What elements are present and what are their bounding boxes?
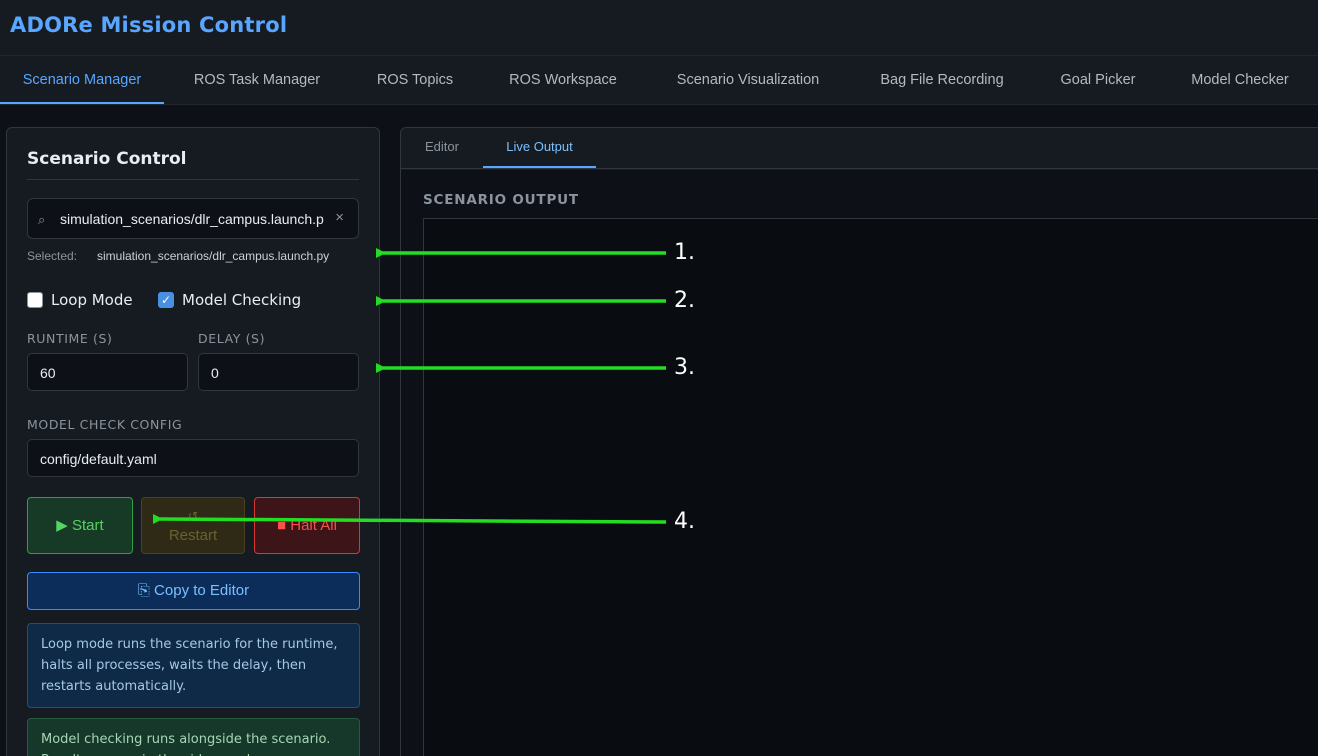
loop-mode-info: Loop mode runs the scenario for the runt… [27,623,360,708]
main-nav: Scenario Manager ROS Task Manager ROS To… [0,56,1318,105]
model-checking-label[interactable]: Model Checking [182,291,301,309]
app-header: ADORe Mission Control [0,0,1318,56]
scenario-search-input[interactable]: ⌕ simulation_scenarios/dlr_campus.launch… [27,198,359,239]
annotation-label-4: 4. [674,509,695,534]
tab-ros-workspace[interactable]: ROS Workspace [480,56,646,104]
scenario-control-panel: Scenario Control ⌕ simulation_scenarios/… [6,127,380,756]
tab-model-checker[interactable]: Model Checker [1162,56,1318,104]
close-icon[interactable]: × [335,209,344,226]
app-title: ADORe Mission Control [10,13,288,37]
model-check-config-input[interactable]: config/default.yaml [27,439,359,477]
tab-editor[interactable]: Editor [409,128,475,168]
halt-all-button[interactable]: ■ Halt All [254,497,360,554]
model-checking-info: Model checking runs alongside the scenar… [27,718,360,756]
loop-mode-toggle[interactable]: Loop Mode [27,290,147,310]
restart-label: Restart [168,527,218,544]
divider [401,168,1318,169]
tab-scenario-visualization[interactable]: Scenario Visualization [646,56,850,104]
tab-goal-picker[interactable]: Goal Picker [1034,56,1162,104]
scenario-output-console[interactable] [423,219,1318,756]
tab-scenario-manager[interactable]: Scenario Manager [0,56,164,104]
tab-bag-file-recording[interactable]: Bag File Recording [850,56,1034,104]
delay-input[interactable]: 0 [198,353,359,391]
tab-ros-topics[interactable]: ROS Topics [350,56,480,104]
loop-mode-label[interactable]: Loop Mode [51,291,133,309]
model-checking-toggle[interactable]: ✓ Model Checking [158,290,328,310]
annotation-label-1: 1. [674,240,695,265]
restart-button[interactable]: ↺ Restart [141,497,245,554]
runtime-label: RUNTIME (S) [27,331,113,346]
selected-value: simulation_scenarios/dlr_campus.launch.p… [97,249,330,263]
annotation-label-2: 2. [674,288,695,313]
restart-icon: ↺ [187,509,199,523]
output-panel: Editor Live Output SCENARIO OUTPUT [400,127,1318,756]
loop-mode-checkbox[interactable] [27,292,43,308]
output-title: SCENARIO OUTPUT [423,192,579,208]
search-icon: ⌕ [38,212,46,227]
panel-title: Scenario Control [27,149,187,169]
model-checking-checkbox[interactable]: ✓ [158,292,174,308]
divider [27,179,359,180]
output-area: SCENARIO OUTPUT [401,170,1318,756]
start-button[interactable]: ▶ Start [27,497,133,554]
tab-live-output[interactable]: Live Output [483,128,596,168]
runtime-input[interactable]: 60 [27,353,188,391]
delay-label: DELAY (S) [198,331,266,346]
model-check-config-label: MODEL CHECK CONFIG [27,417,183,432]
search-value[interactable]: simulation_scenarios/dlr_campus.launch.p… [60,211,324,227]
annotation-label-3: 3. [674,355,695,380]
tab-ros-task-manager[interactable]: ROS Task Manager [164,56,350,104]
copy-to-editor-button[interactable]: ⎘ Copy to Editor [27,572,360,610]
selected-label: Selected: [27,249,78,263]
